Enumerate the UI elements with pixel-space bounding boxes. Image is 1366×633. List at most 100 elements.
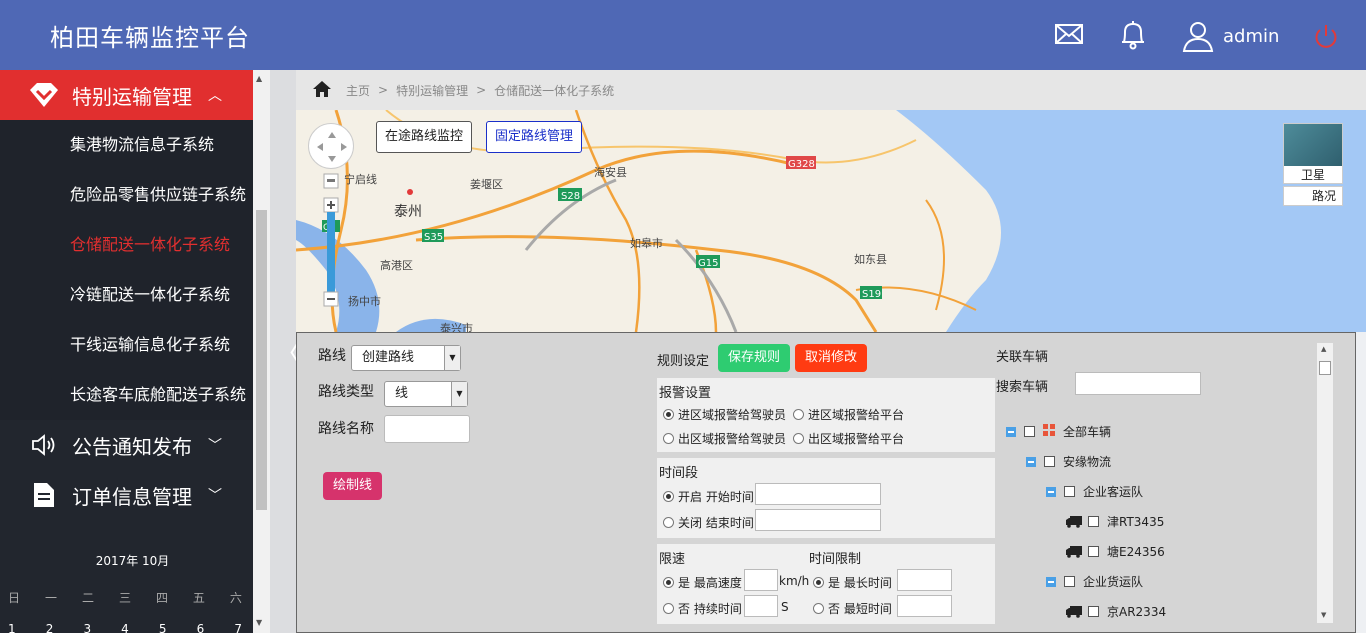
tree-node-company[interactable]: 安缘物流 (1026, 453, 1111, 470)
fixed-route-button[interactable]: 固定路线管理 (486, 121, 583, 153)
radio-checked-icon[interactable] (663, 491, 674, 502)
checkbox[interactable] (1088, 546, 1099, 557)
menu-label: 订单信息管理 (72, 484, 192, 509)
sidebar-scrollbar[interactable]: ▲ ▼ (253, 70, 270, 633)
menu-announcements[interactable]: 公告通知发布 ﹀ (0, 420, 253, 470)
tree-node-vehicle[interactable]: 津RT3435 (1066, 513, 1164, 530)
breadcrumb-item[interactable]: 主页 (346, 82, 370, 99)
tree-label: 安缘物流 (1063, 455, 1112, 469)
alarm-option[interactable]: 进区域报警给驾驶员 (663, 406, 786, 423)
longest-time-input[interactable] (897, 569, 952, 591)
sub-item-trunk-transport[interactable]: 干线运输信息化子系统 (0, 320, 253, 370)
radio-checked-icon[interactable] (663, 409, 674, 420)
duration-input[interactable] (744, 595, 778, 617)
max-speed-input[interactable] (744, 569, 778, 591)
calendar-day[interactable]: 4 (121, 622, 129, 633)
calendar-day[interactable]: 7 (234, 622, 242, 633)
start-time-input[interactable] (755, 483, 881, 505)
scroll-thumb[interactable] (256, 210, 267, 510)
speed-no-option[interactable]: 否 持续时间 (663, 600, 742, 617)
map-zoom-control[interactable] (322, 172, 340, 332)
tree-node-fleet[interactable]: 企业货运队 (1046, 573, 1143, 590)
dropdown-arrow-icon[interactable]: ▼ (451, 382, 467, 406)
checkbox[interactable] (1064, 576, 1075, 587)
cancel-edit-button[interactable]: 取消修改 (795, 344, 867, 372)
search-vehicle-label: 搜索车辆 (996, 380, 1049, 395)
calendar-day[interactable]: 1 (8, 622, 16, 633)
scroll-up-icon[interactable]: ▲ (256, 74, 262, 83)
tree-node-fleet[interactable]: 企业客运队 (1046, 483, 1143, 500)
collapse-icon[interactable] (1046, 576, 1056, 587)
checkbox[interactable] (1064, 486, 1075, 497)
calendar-day[interactable]: 5 (159, 622, 167, 633)
radio-icon[interactable] (793, 409, 804, 420)
checkbox[interactable] (1024, 426, 1035, 437)
checkbox[interactable] (1088, 606, 1099, 617)
time-off-option[interactable]: 关闭 结束时间 (663, 514, 754, 531)
radio-icon[interactable] (813, 603, 824, 614)
alarm-option[interactable]: 进区域报警给平台 (793, 406, 904, 423)
search-vehicle-input[interactable] (1075, 372, 1201, 395)
alarm-option[interactable]: 出区域报警给驾驶员 (663, 430, 786, 447)
chevron-up-icon: ︿ (208, 88, 222, 104)
collapse-icon[interactable] (1026, 456, 1036, 467)
map-pan-control[interactable] (308, 123, 354, 169)
home-icon[interactable] (312, 80, 332, 101)
checkbox[interactable] (1044, 456, 1055, 467)
sidebar-toggle[interactable]: 〈 (270, 70, 302, 633)
username[interactable]: admin (1223, 26, 1279, 47)
route-settings-panel: 路线 创建路线 ▼ 路线类型 线 ▼ 路线名称 绘制线 规则设定 保存规则 取消… (296, 332, 1356, 633)
scroll-thumb[interactable] (1319, 361, 1331, 375)
satellite-toggle[interactable]: 卫星 (1283, 123, 1343, 184)
tree-node-vehicle[interactable]: 京AR2334 (1066, 603, 1166, 620)
menu-orders[interactable]: 订单信息管理 ﹀ (0, 470, 253, 520)
dropdown-arrow-icon[interactable]: ▼ (444, 346, 460, 370)
scroll-up-icon[interactable]: ▲ (1321, 345, 1326, 353)
radio-icon[interactable] (793, 433, 804, 444)
radio-checked-icon[interactable] (663, 577, 674, 588)
draw-line-button[interactable]: 绘制线 (323, 472, 382, 500)
sub-item-warehouse[interactable]: 仓储配送一体化子系统 (0, 220, 253, 270)
breadcrumb-item[interactable]: 特别运输管理 (396, 82, 468, 99)
menu-special-transport[interactable]: 特别运输管理 ︿ (0, 70, 253, 120)
time-on-option[interactable]: 开启 开始时间 (663, 488, 754, 505)
calendar-day[interactable]: 6 (197, 622, 205, 633)
checkbox[interactable] (1088, 516, 1099, 527)
collapse-icon[interactable] (1046, 486, 1056, 497)
calendar-day[interactable]: 2 (46, 622, 54, 633)
tree-node-vehicle[interactable]: 塘E24356 (1066, 543, 1165, 560)
vehicle-list-scrollbar[interactable]: ▲ ▼ (1317, 343, 1333, 623)
sub-item-port-logistics[interactable]: 集港物流信息子系统 (0, 120, 253, 170)
route-name-label: 路线名称 (318, 421, 374, 437)
time-limit-no-option[interactable]: 否 最短时间 (813, 600, 892, 617)
power-icon[interactable] (1313, 24, 1339, 54)
traffic-toggle[interactable]: 路况 (1283, 186, 1343, 206)
calendar-day[interactable]: 3 (83, 622, 91, 633)
route-select[interactable]: 创建路线 ▼ (351, 345, 461, 371)
radio-icon[interactable] (663, 603, 674, 614)
scroll-down-icon[interactable]: ▼ (256, 618, 262, 627)
time-limit-yes-option[interactable]: 是 最长时间 (813, 574, 892, 591)
map-place-label: 海安县 (594, 165, 627, 179)
save-rule-button[interactable]: 保存规则 (718, 344, 790, 372)
alarm-option[interactable]: 出区域报警给平台 (793, 430, 904, 447)
route-name-input[interactable] (384, 415, 470, 443)
sub-item-hazmat[interactable]: 危险品零售供应链子系统 (0, 170, 253, 220)
collapse-icon[interactable] (1006, 426, 1016, 437)
end-time-input[interactable] (755, 509, 881, 531)
sub-item-long-distance-bus[interactable]: 长途客车底舱配送子系统 (0, 370, 253, 420)
in-transit-monitor-button[interactable]: 在途路线监控 (376, 121, 473, 153)
bell-icon[interactable] (1120, 20, 1146, 54)
radio-icon[interactable] (663, 517, 674, 528)
scroll-down-icon[interactable]: ▼ (1321, 611, 1326, 619)
shortest-time-input[interactable] (897, 595, 952, 617)
route-type-select[interactable]: 线 ▼ (384, 381, 468, 407)
speed-yes-option[interactable]: 是 最高速度 (663, 574, 742, 591)
user-icon[interactable] (1182, 20, 1214, 56)
map-view[interactable]: 泰州 宁启线 姜堰区 海安县 如皋市 如东县 高港区 扬中市 泰兴市 G328 … (296, 110, 1366, 332)
sub-item-cold-chain[interactable]: 冷链配送一体化子系统 (0, 270, 253, 320)
radio-icon[interactable] (663, 433, 674, 444)
radio-checked-icon[interactable] (813, 577, 824, 588)
tree-node-all[interactable]: 全部车辆 (1006, 423, 1111, 440)
mail-icon[interactable] (1055, 22, 1083, 50)
